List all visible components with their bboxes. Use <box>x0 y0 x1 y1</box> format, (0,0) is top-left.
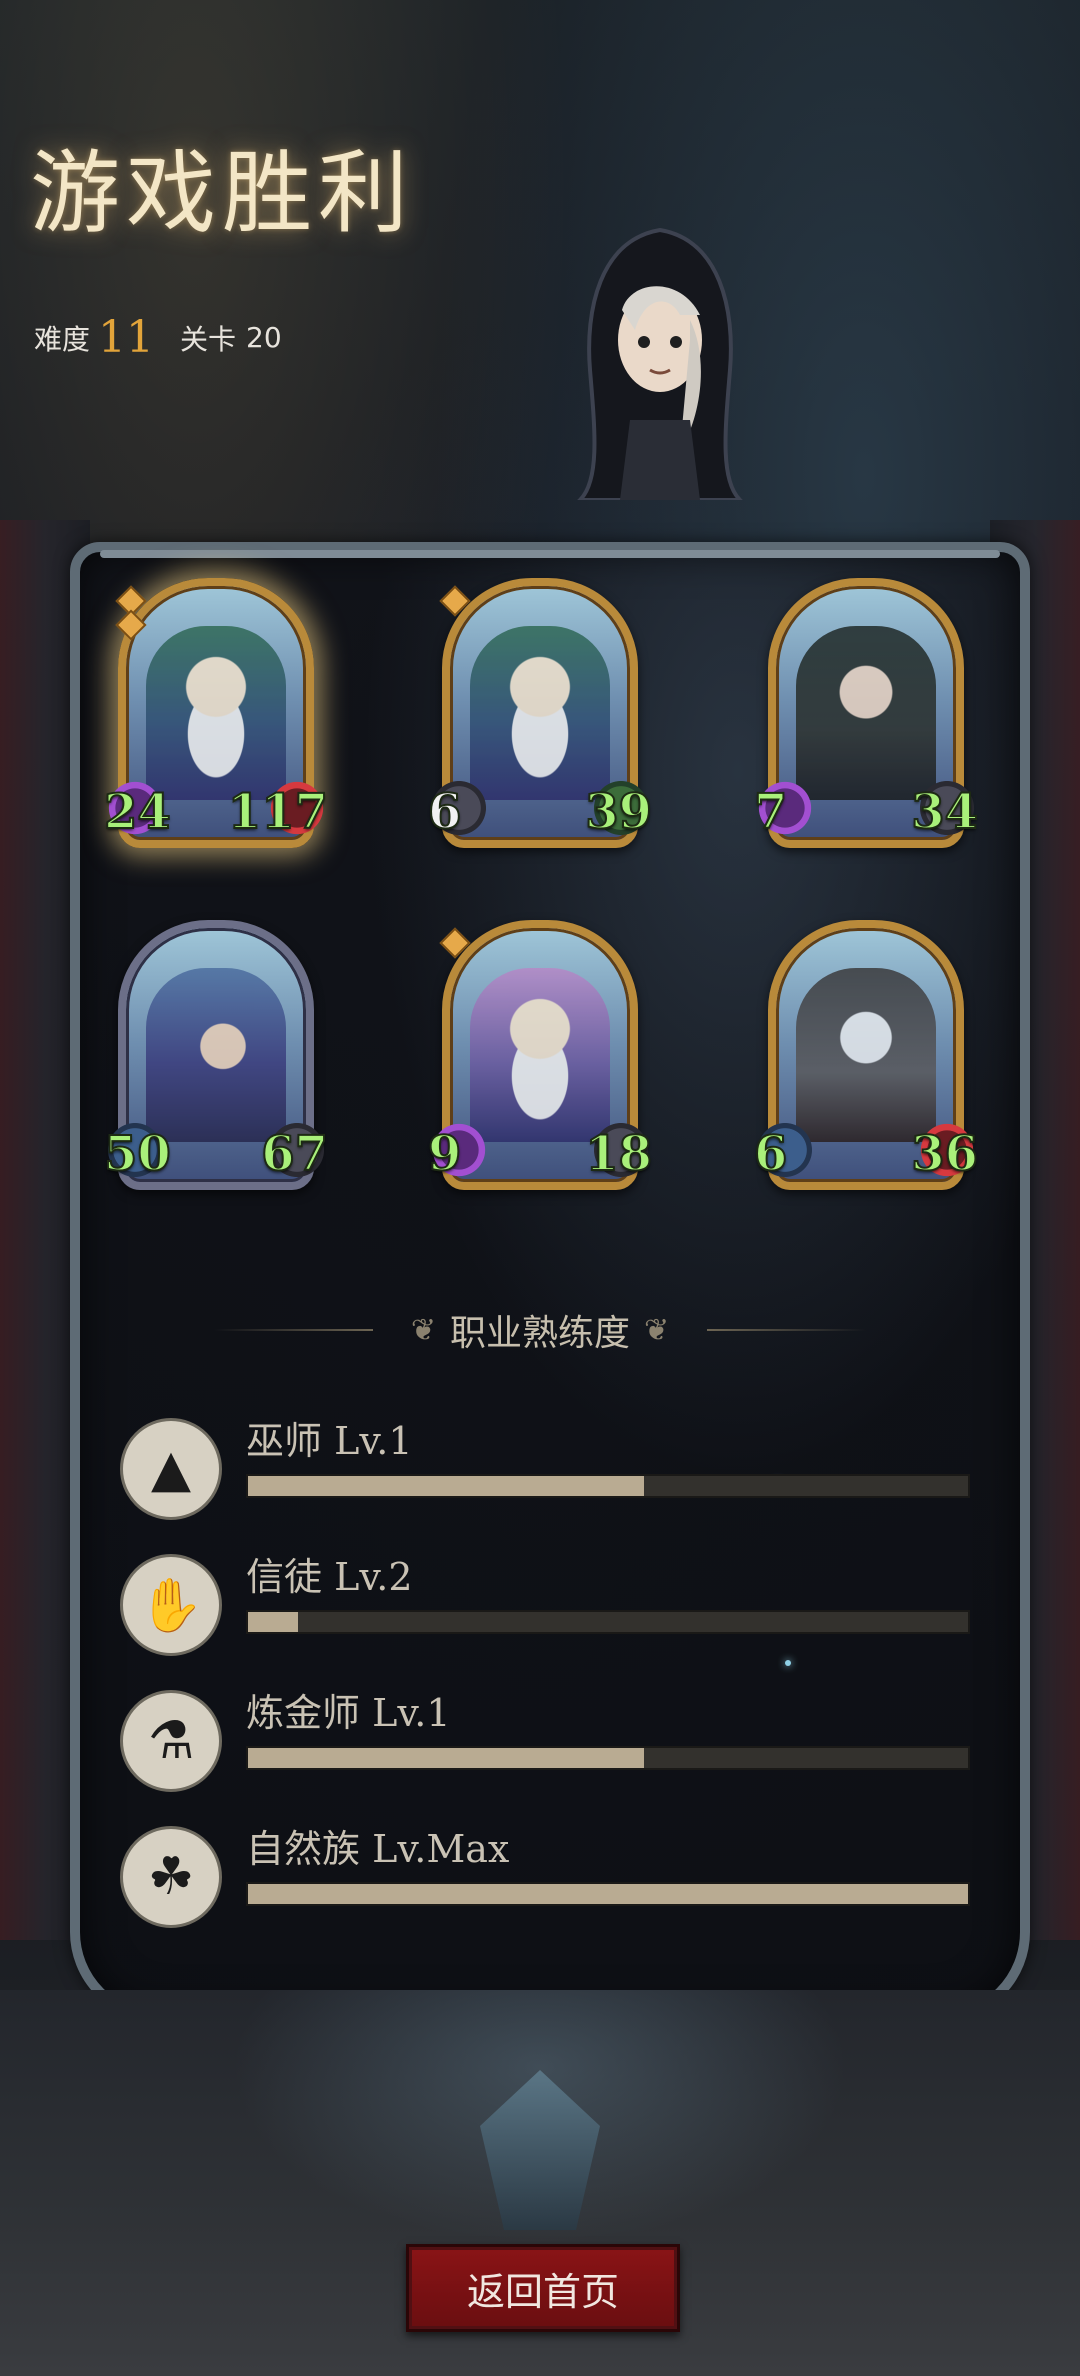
page-title: 游戏胜利 <box>30 141 414 246</box>
mastery-progress-fill <box>248 1884 968 1904</box>
mastery-row-nature: ☘ 自然族 Lv.Max <box>120 1818 970 1928</box>
mastery-label: 巫师 Lv.1 <box>246 1419 413 1463</box>
stage-label: 关卡 <box>180 322 237 356</box>
unit-card-mage[interactable]: 50 67 <box>103 920 329 1190</box>
health-value: 36 <box>910 1125 979 1183</box>
unit-card-knight[interactable]: 6 36 <box>753 920 979 1190</box>
mastery-row-believer: ✋ 信徒 Lv.2 <box>120 1546 970 1656</box>
attack-value: 9 <box>427 1125 462 1183</box>
unit-card-wizard[interactable]: 6 39 <box>427 578 653 848</box>
run-info: 难度 11 关卡 20 <box>34 312 282 363</box>
mastery-progress-fill <box>248 1748 644 1768</box>
difficulty-value: 11 <box>98 312 155 363</box>
health-value: 18 <box>584 1125 653 1183</box>
attack-value: 6 <box>753 1125 788 1183</box>
divider-line <box>214 1329 373 1331</box>
attack-value: 7 <box>753 783 788 841</box>
mastery-progress-bar <box>246 1474 970 1498</box>
mastery-section-header: ❦ 职业熟练度 ❦ <box>190 1300 890 1360</box>
attack-value: 50 <box>103 1125 172 1183</box>
card-portrait <box>146 626 286 800</box>
mastery-row-wizard: ▲ 巫师 Lv.1 <box>120 1410 970 1520</box>
divider-line <box>707 1329 867 1331</box>
card-portrait <box>796 968 936 1142</box>
nature-beast-icon: ☘ <box>120 1826 222 1928</box>
card-portrait <box>146 968 286 1142</box>
health-value: 67 <box>260 1125 329 1183</box>
mastery-row-alchemist: ⚗ 炼金师 Lv.1 <box>120 1682 970 1792</box>
unit-card-witch[interactable]: 7 34 <box>753 578 979 848</box>
mastery-progress-bar <box>246 1746 970 1770</box>
mastery-progress-bar <box>246 1610 970 1634</box>
card-portrait <box>470 626 610 800</box>
mastery-label: 自然族 Lv.Max <box>246 1827 510 1871</box>
alchemy-pot-icon: ⚗ <box>120 1690 222 1792</box>
health-value: 34 <box>910 783 979 841</box>
return-home-button[interactable]: 返回首页 <box>406 2244 680 2332</box>
swirl-ornament-icon: ❦ <box>644 1312 670 1348</box>
swirl-ornament-icon: ❦ <box>410 1312 436 1348</box>
difficulty-label: 难度 <box>34 322 91 356</box>
mastery-progress-bar <box>246 1882 970 1906</box>
attack-value: 24 <box>103 783 172 841</box>
mastery-progress-fill <box>248 1476 644 1496</box>
attack-value: 6 <box>427 783 462 841</box>
mastery-label: 信徒 Lv.2 <box>246 1555 413 1599</box>
praying-hands-icon: ✋ <box>120 1554 222 1656</box>
unit-card-wizard[interactable]: 9 18 <box>427 920 653 1190</box>
card-portrait <box>796 626 936 800</box>
mastery-label: 炼金师 Lv.1 <box>246 1691 451 1735</box>
card-portrait <box>470 968 610 1142</box>
health-value: 39 <box>584 783 653 841</box>
mastery-title: 职业熟练度 <box>450 1313 631 1354</box>
hooded-character-portrait <box>577 227 743 500</box>
star-sparkle <box>785 1660 791 1666</box>
mastery-progress-fill <box>248 1612 299 1632</box>
stage-value: 20 <box>246 321 282 354</box>
health-value: 117 <box>227 783 329 841</box>
unit-card-wizard[interactable]: 24 117 <box>103 578 329 848</box>
wizard-hat-icon: ▲ <box>120 1418 222 1520</box>
